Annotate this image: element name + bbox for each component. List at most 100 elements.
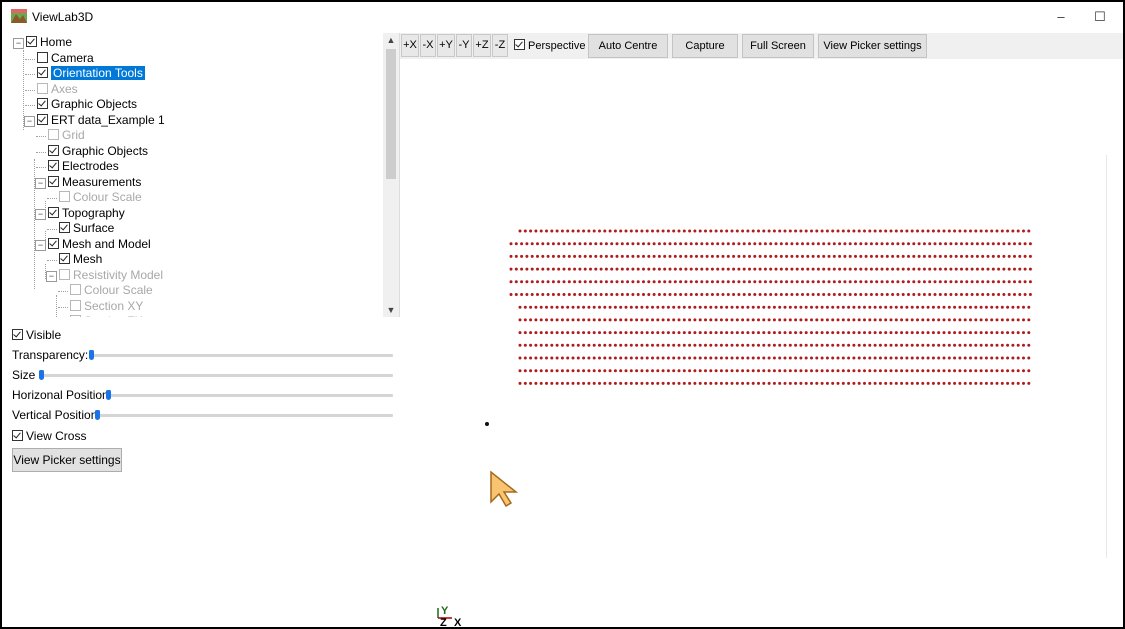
tree-item[interactable]: Home bbox=[26, 35, 72, 50]
tree-item-checkbox[interactable] bbox=[59, 253, 70, 264]
data-point bbox=[629, 331, 633, 335]
tree-item[interactable]: Measurements bbox=[48, 175, 141, 190]
tree-item-checkbox[interactable] bbox=[48, 144, 59, 156]
tree-expander-icon[interactable]: − bbox=[24, 115, 35, 127]
tree-item-checkbox[interactable] bbox=[48, 175, 59, 187]
view-minus-x-button[interactable]: -X bbox=[420, 34, 436, 57]
scene-tree[interactable]: ▲ ▼ Home − Camera Orientation Tools Axes Grap… bbox=[6, 33, 400, 317]
data-point bbox=[820, 369, 824, 373]
visible-checkbox[interactable] bbox=[12, 329, 23, 340]
tree-connector-line bbox=[36, 167, 46, 168]
tree-item-checkbox[interactable] bbox=[70, 315, 81, 317]
tree-item-checkbox[interactable] bbox=[59, 268, 70, 280]
scroll-up-icon[interactable]: ▲ bbox=[383, 33, 399, 47]
tree-item-checkbox[interactable] bbox=[37, 67, 48, 78]
tree-item[interactable]: Section ZX bbox=[70, 314, 143, 317]
tree-item[interactable]: Surface bbox=[59, 221, 114, 236]
tree-item-checkbox[interactable] bbox=[59, 191, 70, 202]
3d-viewer[interactable]: +X -X +Y -Y +Z -Z Perspective Auto Centr… bbox=[400, 33, 1123, 629]
tree-item[interactable]: Colour Scale bbox=[59, 190, 142, 205]
tree-expander-icon[interactable]: − bbox=[46, 270, 57, 282]
data-point bbox=[1013, 280, 1016, 284]
tree-item-checkbox[interactable] bbox=[48, 129, 59, 140]
data-point bbox=[937, 305, 941, 309]
visible-checkbox-row[interactable]: Visible bbox=[12, 327, 61, 343]
size-slider-thumb[interactable] bbox=[39, 370, 44, 380]
tree-item[interactable]: Camera bbox=[37, 51, 94, 66]
full-screen-button[interactable]: Full Screen bbox=[742, 34, 814, 58]
data-point bbox=[984, 381, 988, 385]
3d-canvas[interactable]: Y Z X bbox=[400, 60, 1123, 629]
tree-item-checkbox[interactable] bbox=[48, 206, 59, 218]
tree-item[interactable]: Mesh bbox=[59, 252, 102, 267]
tree-item[interactable]: Section XY bbox=[70, 299, 143, 314]
data-point bbox=[608, 369, 612, 373]
tree-item[interactable]: Graphic Objects bbox=[48, 144, 148, 159]
capture-button[interactable]: Capture bbox=[672, 34, 738, 58]
data-point bbox=[843, 280, 847, 284]
data-point bbox=[928, 267, 932, 271]
tree-item[interactable]: Grid bbox=[48, 128, 85, 143]
tree-item-checkbox[interactable] bbox=[26, 36, 37, 47]
tree-item-checkbox[interactable] bbox=[48, 160, 59, 171]
view-plus-y-button[interactable]: +Y bbox=[437, 34, 455, 57]
data-point bbox=[737, 267, 741, 271]
tree-item[interactable]: Colour Scale bbox=[70, 283, 153, 298]
tree-item-checkbox[interactable] bbox=[70, 284, 81, 295]
tree-expander-icon[interactable]: − bbox=[35, 177, 46, 189]
view-minus-y-button[interactable]: -Y bbox=[456, 34, 472, 57]
data-point bbox=[841, 369, 845, 373]
data-point bbox=[668, 254, 672, 258]
data-point bbox=[719, 331, 723, 335]
data-point bbox=[949, 267, 953, 271]
data-point bbox=[598, 343, 601, 347]
size-slider[interactable] bbox=[39, 374, 393, 377]
tree-item-checkbox[interactable] bbox=[37, 51, 48, 63]
horizontal-position-slider[interactable] bbox=[107, 394, 393, 397]
data-point bbox=[788, 331, 792, 335]
data-point bbox=[785, 254, 789, 258]
tree-item-checkbox[interactable] bbox=[37, 82, 48, 94]
view-minus-z-button[interactable]: -Z bbox=[492, 34, 508, 57]
data-point bbox=[852, 229, 856, 233]
tree-item[interactable]: Mesh and Model bbox=[48, 237, 151, 252]
vertical-position-slider[interactable] bbox=[96, 414, 393, 417]
tree-item-checkbox[interactable] bbox=[48, 237, 59, 249]
transparency-slider-thumb[interactable] bbox=[89, 350, 94, 360]
data-point bbox=[931, 331, 935, 335]
tree-item-checkbox[interactable] bbox=[59, 222, 70, 233]
vertical-position-slider-thumb[interactable] bbox=[95, 410, 100, 420]
tree-item[interactable]: Graphic Objects bbox=[37, 97, 137, 112]
tree-item-checkbox[interactable] bbox=[37, 98, 48, 109]
tree-scrollbar[interactable]: ▲ ▼ bbox=[383, 33, 399, 317]
tree-item[interactable]: Electrodes bbox=[48, 159, 119, 174]
perspective-checkbox-row[interactable]: Perspective bbox=[514, 39, 585, 52]
view-cross-checkbox[interactable] bbox=[12, 430, 23, 441]
perspective-checkbox[interactable] bbox=[514, 39, 525, 50]
scroll-thumb[interactable] bbox=[386, 49, 396, 179]
transparency-slider[interactable] bbox=[90, 354, 393, 357]
minimize-button[interactable]: – bbox=[1046, 6, 1076, 28]
maximize-button[interactable]: ☐ bbox=[1085, 6, 1115, 28]
tree-item[interactable]: Axes bbox=[37, 82, 78, 97]
view-plus-z-button[interactable]: +Z bbox=[473, 34, 491, 57]
data-point bbox=[603, 318, 607, 322]
tree-item[interactable]: Topography bbox=[48, 206, 125, 221]
view-cross-checkbox-row[interactable]: View Cross bbox=[12, 428, 86, 444]
data-point bbox=[762, 343, 766, 347]
view-picker-settings-toolbar-button[interactable]: View Picker settings bbox=[818, 34, 927, 58]
data-point bbox=[550, 343, 554, 347]
data-point bbox=[541, 293, 545, 296]
tree-item-checkbox[interactable] bbox=[37, 113, 48, 125]
auto-centre-button[interactable]: Auto Centre bbox=[588, 34, 668, 58]
view-plus-x-button[interactable]: +X bbox=[401, 34, 419, 57]
tree-item[interactable]: ERT data_Example 1 bbox=[37, 113, 165, 128]
tree-item-checkbox[interactable] bbox=[70, 299, 81, 311]
tree-expander-icon[interactable]: − bbox=[13, 38, 24, 49]
data-point bbox=[788, 229, 792, 233]
view-picker-settings-button[interactable]: View Picker settings bbox=[12, 448, 122, 472]
scroll-down-icon[interactable]: ▼ bbox=[383, 303, 399, 317]
tree-item[interactable]: Resistivity Model bbox=[59, 268, 163, 283]
horizontal-position-slider-thumb[interactable] bbox=[106, 390, 111, 400]
tree-item[interactable]: Orientation Tools bbox=[37, 66, 145, 81]
